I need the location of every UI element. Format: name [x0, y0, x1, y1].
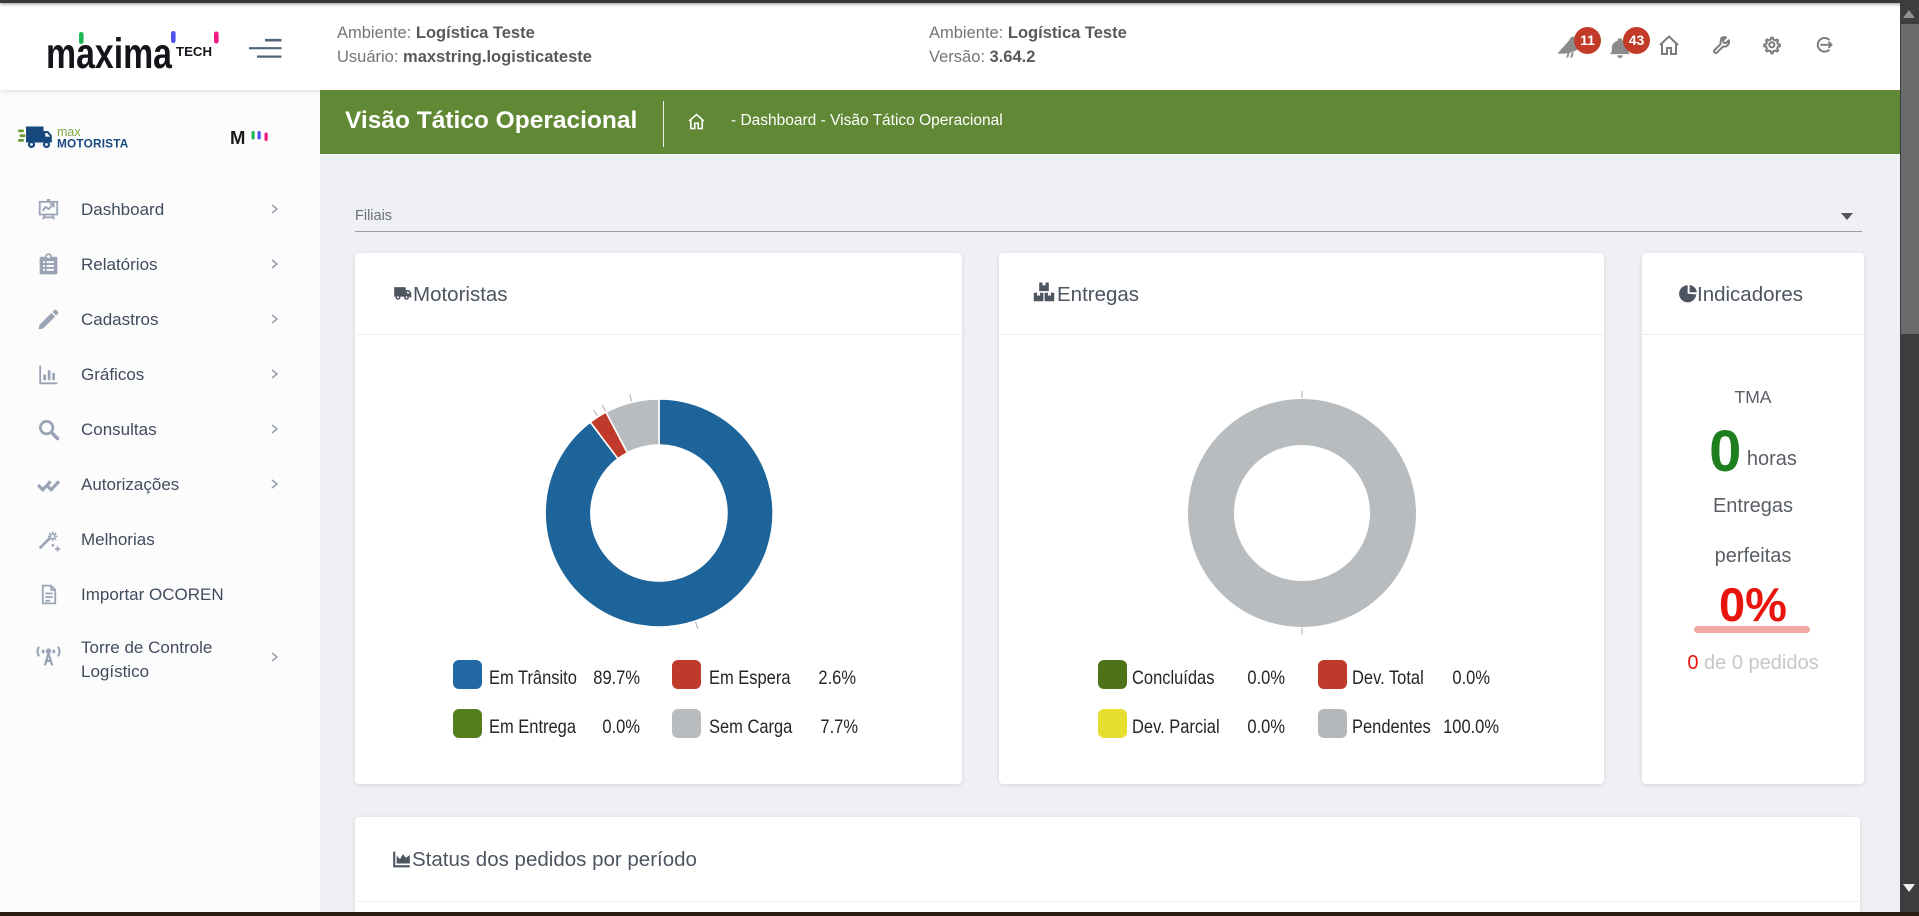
svg-text:MOTORISTA: MOTORISTA: [57, 137, 129, 151]
svg-text:maxima: maxima: [46, 30, 173, 74]
svg-text:M: M: [230, 127, 245, 148]
svg-text:TECH: TECH: [176, 44, 212, 59]
